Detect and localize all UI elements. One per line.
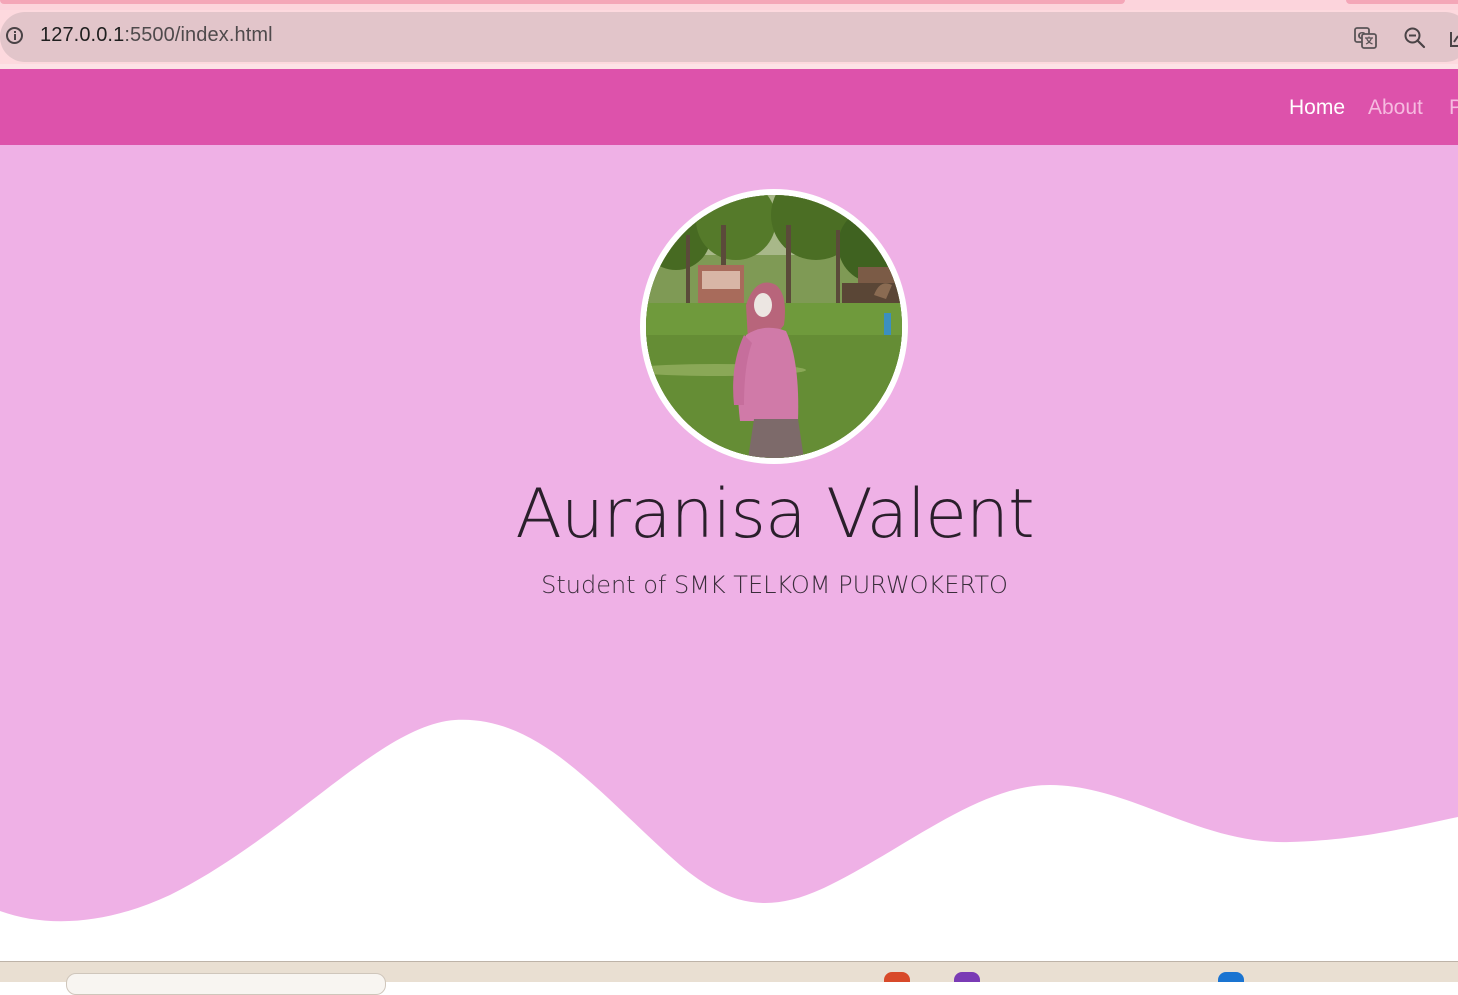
nav-link-home[interactable]: Home xyxy=(1289,96,1345,120)
active-tab-edge[interactable] xyxy=(0,0,1125,4)
nav-link-about[interactable]: About xyxy=(1368,96,1423,120)
tab-edge[interactable] xyxy=(1346,0,1458,4)
url-host: 127.0.0.1 xyxy=(40,24,125,46)
zoom-out-icon[interactable] xyxy=(1403,26,1427,54)
nav-link-truncated[interactable]: P xyxy=(1449,96,1458,120)
hero-section: Auranisa Valent Student of SMK TELKOM PU… xyxy=(0,145,1458,961)
url-text[interactable]: 127.0.0.1:5500/index.html xyxy=(40,24,273,47)
taskbar-search-box[interactable] xyxy=(66,973,386,995)
tab-strip xyxy=(0,0,1458,10)
profile-photo xyxy=(640,189,908,464)
hero-name: Auranisa Valent xyxy=(515,475,1034,554)
translate-icon[interactable]: G xyxy=(1354,27,1378,53)
address-bar[interactable]: 127.0.0.1:5500/index.html G xyxy=(0,12,1458,62)
share-icon[interactable] xyxy=(1448,30,1458,54)
url-path: :5500/index.html xyxy=(124,24,273,46)
site-navbar: Home About P xyxy=(0,69,1458,145)
browser-toolbar: 127.0.0.1:5500/index.html G xyxy=(0,10,1458,66)
os-taskbar xyxy=(0,961,1458,995)
info-icon[interactable] xyxy=(6,27,23,44)
hero-subtitle: Student of SMK TELKOM PURWOKERTO xyxy=(541,571,1008,599)
